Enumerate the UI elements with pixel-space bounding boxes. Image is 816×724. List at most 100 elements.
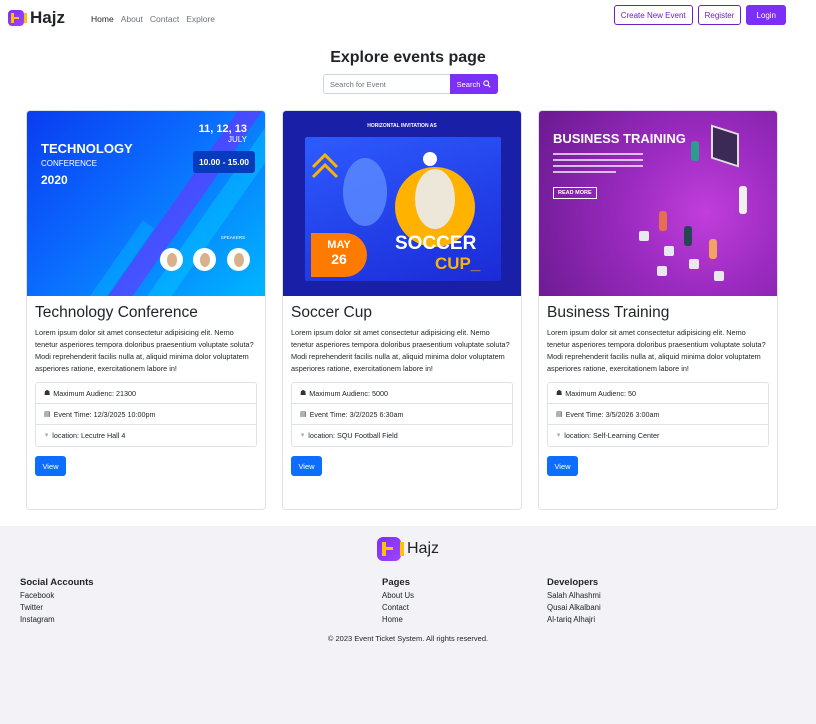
footer-developers: Developers Salah Alhashmi Qusai Alkalban… xyxy=(547,577,601,626)
image-text: TECHNOLOGY xyxy=(41,141,133,156)
nav-link-contact[interactable]: Contact xyxy=(150,14,179,24)
nav-link-about[interactable]: About xyxy=(121,14,143,24)
footer-pages: Pages About Us Contact Home xyxy=(382,577,414,626)
event-info-list: ☗ Maximum Audienc: 50 ▤ Event Time: 3/5/20… xyxy=(547,382,769,447)
time-item: ▤ Event Time: 3/2/2025 6:30am xyxy=(292,404,512,425)
people-icon: ☗ xyxy=(300,390,307,397)
image-date: MAY 26 xyxy=(311,233,367,277)
navbar: Hajz Home About Contact Explore Create N… xyxy=(0,0,816,36)
copyright: © 2023 Event Ticket System. All rights r… xyxy=(327,634,489,643)
brand[interactable]: Hajz xyxy=(8,8,65,28)
calendar-icon: ▤ xyxy=(44,411,51,418)
image-text: 11, 12, 13 xyxy=(198,123,247,135)
time-item: ▤ Event Time: 3/5/2026 3:00am xyxy=(548,404,768,425)
image-text: CUP_ xyxy=(435,254,481,273)
footer-link-about[interactable]: About Us xyxy=(382,590,414,602)
location-icon: ♀ xyxy=(556,432,562,439)
event-description: Lorem ipsum dolor sit amet consectetur a… xyxy=(547,328,766,373)
register-button[interactable]: Register xyxy=(697,5,742,25)
location-icon: ♀ xyxy=(44,432,50,439)
image-text: SOCCER xyxy=(395,233,477,254)
audience-item: ☗ Maximum Audienc: 21300 xyxy=(36,383,256,404)
event-card: TECHNOLOGY CONFERENCE 2020 11, 12, 13 JU… xyxy=(26,110,266,510)
footer-link-facebook[interactable]: Facebook xyxy=(20,590,94,602)
event-image: TECHNOLOGY CONFERENCE 2020 11, 12, 13 JU… xyxy=(27,111,265,296)
login-button[interactable]: Login xyxy=(746,5,786,25)
speaker-avatar xyxy=(193,248,216,271)
search-bar: Search xyxy=(323,74,498,94)
view-button[interactable]: View xyxy=(547,456,578,476)
card-body: Soccer Cup Lorem ipsum dolor sit amet co… xyxy=(283,296,521,484)
image-text: CONFERENCE xyxy=(41,159,98,168)
developer-name: Salah Alhashmi xyxy=(547,591,601,600)
event-title: Soccer Cup xyxy=(291,304,372,321)
audience-item: ☗ Maximum Audienc: 5000 xyxy=(292,383,512,404)
image-text: SPEAKERS xyxy=(220,235,245,240)
event-card: HORIZONTAL INVITATION AS MAY 26 SOCCER C… xyxy=(282,110,522,510)
speaker-avatar xyxy=(160,248,183,271)
calendar-icon: ▤ xyxy=(300,411,307,418)
time-text: Event Time: 12/3/2025 10:00pm xyxy=(53,409,156,419)
footer-brand-name: Hajz xyxy=(406,540,439,557)
speaker-avatar xyxy=(227,248,250,271)
event-card: BUSINESS TRAINING READ MORE Business Tra… xyxy=(538,110,778,510)
event-description: Lorem ipsum dolor sit amet consectetur a… xyxy=(291,328,510,373)
search-input[interactable] xyxy=(323,74,450,94)
location-item: ♀ location: Lecutre Hall 4 xyxy=(36,425,256,446)
image-text: 2020 xyxy=(41,173,68,187)
audience-text: Maximum Audienc: 50 xyxy=(565,388,636,398)
nav-actions: Create New Event Register Login xyxy=(613,5,786,25)
image-text: 10.00 - 15.00 xyxy=(193,151,255,173)
footer-link-instagram[interactable]: Instagram xyxy=(20,614,94,626)
search-icon xyxy=(483,80,491,88)
location-icon: ♀ xyxy=(300,432,306,439)
brand-name: Hajz xyxy=(30,8,65,27)
people-icon: ☗ xyxy=(556,390,563,397)
image-text: MAY xyxy=(327,239,351,251)
location-text: location: SQU Football Field xyxy=(308,431,398,440)
image-text: HORIZONTAL INVITATION AS xyxy=(367,123,437,129)
footer-brand: Hajz xyxy=(0,537,816,561)
logo-icon xyxy=(8,10,27,26)
image-dates: 11, 12, 13 JULY xyxy=(199,123,247,144)
view-button[interactable]: View xyxy=(291,456,322,476)
footer-link-twitter[interactable]: Twitter xyxy=(20,602,94,614)
people-icon: ☗ xyxy=(44,390,51,397)
time-text: Event Time: 3/5/2026 3:00am xyxy=(565,409,660,419)
search-button-label: Search xyxy=(456,79,481,89)
location-item: ♀ location: SQU Football Field xyxy=(292,425,512,446)
page-title: Explore events page xyxy=(330,49,486,66)
developer-name: Al-tariq Alhajri xyxy=(547,615,596,624)
time-text: Event Time: 3/2/2025 6:30am xyxy=(309,409,404,419)
event-description: Lorem ipsum dolor sit amet consectetur a… xyxy=(35,328,254,373)
card-body: Business Training Lorem ipsum dolor sit … xyxy=(539,296,777,484)
image-text: JULY xyxy=(228,135,247,144)
time-item: ▤ Event Time: 12/3/2025 10:00pm xyxy=(36,404,256,425)
calendar-icon: ▤ xyxy=(556,411,563,418)
audience-item: ☗ Maximum Audienc: 50 xyxy=(548,383,768,404)
audience-text: Maximum Audienc: 5000 xyxy=(309,388,388,398)
search-button[interactable]: Search xyxy=(450,74,498,94)
footer: Hajz Social Accounts Facebook Twitter In… xyxy=(0,526,816,724)
image-text: 26 xyxy=(331,251,347,267)
nav-link-home[interactable]: Home xyxy=(91,14,114,24)
audience-text: Maximum Audienc: 21300 xyxy=(53,388,136,398)
image-text: BUSINESS TRAINING xyxy=(553,131,686,146)
event-image: HORIZONTAL INVITATION AS MAY 26 SOCCER C… xyxy=(283,111,521,296)
image-text: READ MORE xyxy=(553,187,597,199)
event-title: Business Training xyxy=(547,304,670,321)
logo-icon xyxy=(376,537,404,561)
nav-links: Home About Contact Explore xyxy=(91,14,215,24)
event-info-list: ☗ Maximum Audienc: 21300 ▤ Event Time: 12/… xyxy=(35,382,257,447)
event-info-list: ☗ Maximum Audienc: 5000 ▤ Event Time: 3/2/… xyxy=(291,382,513,447)
footer-heading: Developers xyxy=(547,577,599,588)
footer-heading: Pages xyxy=(382,577,410,588)
event-image: BUSINESS TRAINING READ MORE xyxy=(539,111,777,296)
view-button[interactable]: View xyxy=(35,456,66,476)
location-text: location: Self-Learning Center xyxy=(564,431,660,440)
create-event-button[interactable]: Create New Event xyxy=(613,5,693,25)
footer-heading: Social Accounts xyxy=(20,577,94,588)
footer-link-home[interactable]: Home xyxy=(382,614,414,626)
footer-link-contact[interactable]: Contact xyxy=(382,602,414,614)
nav-link-explore[interactable]: Explore xyxy=(186,14,215,24)
